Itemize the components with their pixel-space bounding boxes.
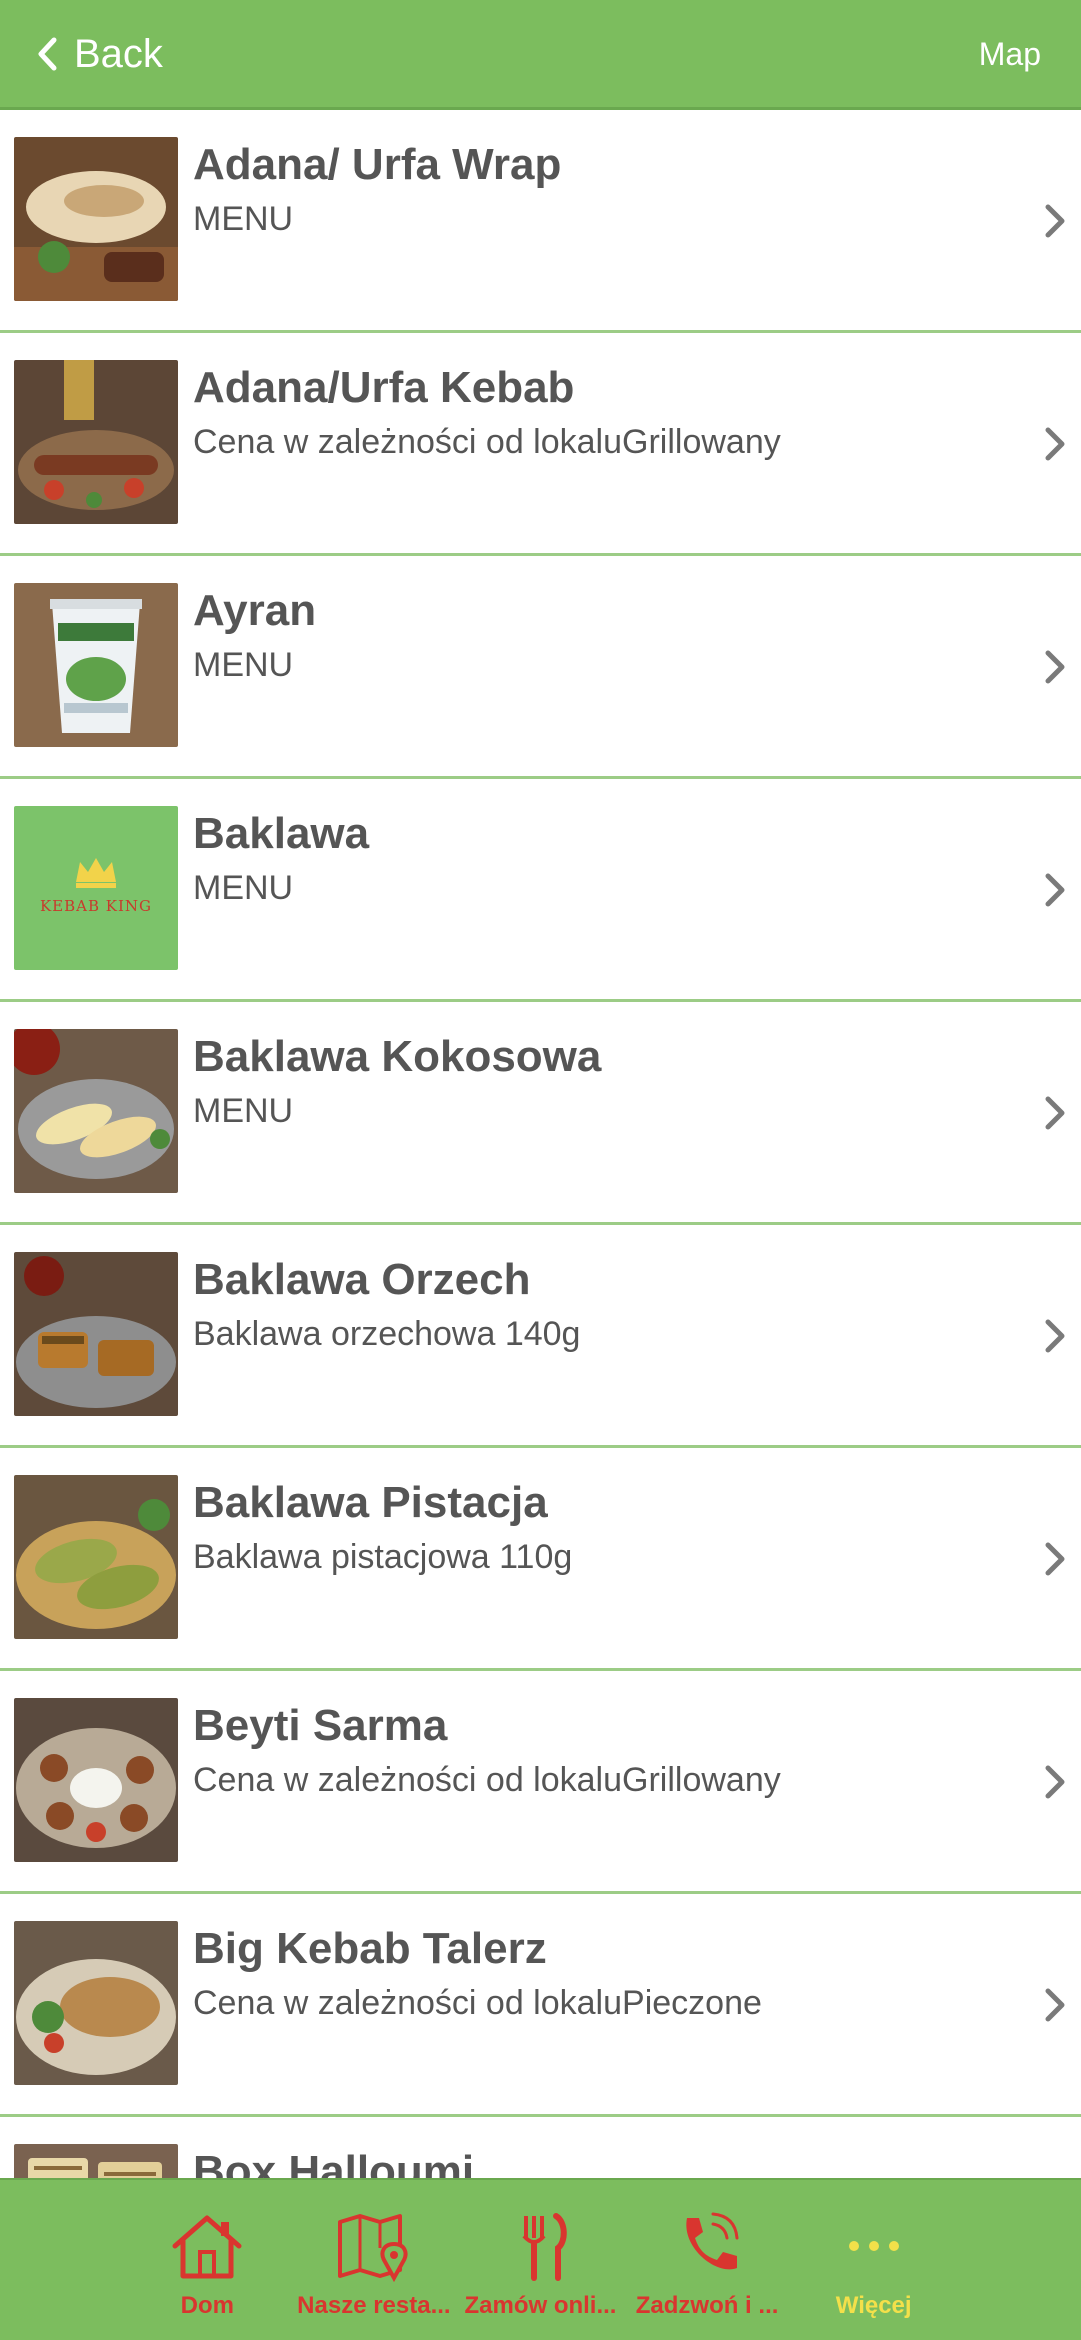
- phone-icon: [686, 2212, 739, 2270]
- tab-restaurants[interactable]: Nasze resta...: [291, 2180, 458, 2340]
- wrap-photo-icon: [14, 137, 178, 301]
- beyti-sarma-photo-icon: [14, 1698, 178, 1862]
- chevron-left-icon: [38, 37, 57, 71]
- item-subtitle: Cena w zależności od lokaluPieczone: [193, 1984, 762, 2022]
- list-item[interactable]: Adana/Urfa Kebab Cena w zależności od lo…: [0, 333, 1081, 556]
- tab-label: Nasze resta...: [297, 2292, 451, 2319]
- list-item[interactable]: Adana/ Urfa Wrap MENU: [0, 110, 1081, 333]
- kebab-plate-photo-icon: [14, 1921, 178, 2085]
- back-label: Back: [74, 31, 163, 76]
- list-item[interactable]: Beyti Sarma Cena w zależności od lokaluG…: [0, 1671, 1081, 1894]
- item-title: Adana/Urfa Kebab: [193, 363, 575, 412]
- tab-label: Więcej: [835, 2292, 912, 2319]
- item-title: Baklawa Pistacja: [193, 1478, 548, 1527]
- tab-label: Dom: [180, 2292, 234, 2319]
- back-button[interactable]: Back: [34, 26, 163, 82]
- bottom-tab-bar: Dom Nasze resta... Zamów onli... Zadzwoń…: [0, 2178, 1081, 2340]
- tab-order-online[interactable]: Zamów onli...: [457, 2180, 624, 2340]
- item-subtitle: Cena w zależności od lokaluGrillowany: [193, 1761, 781, 1799]
- tab-call[interactable]: Zadzwoń i ...: [624, 2180, 791, 2340]
- item-title: Big Kebab Talerz: [193, 1924, 547, 1973]
- chevron-right-icon: [1045, 1765, 1065, 1799]
- ayran-cup-photo-icon: [14, 583, 178, 747]
- fork-knife-icon: [522, 2213, 568, 2281]
- menu-list: Adana/ Urfa Wrap MENU Adana/Urfa Kebab C…: [0, 110, 1081, 2178]
- kebab-photo-icon: [14, 360, 178, 524]
- item-thumbnail: [14, 137, 178, 301]
- baklawa-coconut-photo-icon: [14, 1029, 178, 1193]
- chevron-right-icon: [1045, 1319, 1065, 1353]
- list-item[interactable]: Baklawa Orzech Baklawa orzechowa 140g: [0, 1225, 1081, 1448]
- tab-label: Zadzwoń i ...: [635, 2292, 779, 2319]
- kebab-king-logo: KEBAB KING: [14, 806, 178, 970]
- item-subtitle: MENU: [193, 200, 294, 238]
- map-button[interactable]: Map: [979, 28, 1041, 80]
- item-thumbnail: [14, 2144, 178, 2178]
- item-subtitle: Baklawa pistacjowa 110g: [193, 1538, 573, 1576]
- item-title: Baklawa: [193, 809, 370, 858]
- chevron-right-icon: [1045, 873, 1065, 907]
- halloumi-photo-icon: [14, 2144, 178, 2178]
- item-title: Box Halloumi: [193, 2147, 475, 2178]
- item-title: Beyti Sarma: [193, 1701, 448, 1750]
- item-title: Baklawa Kokosowa: [193, 1032, 602, 1081]
- chevron-right-icon: [1045, 1542, 1065, 1576]
- item-title: Baklawa Orzech: [193, 1255, 531, 1304]
- tab-more[interactable]: Więcej: [790, 2180, 957, 2340]
- logo-text: KEBAB KING: [40, 897, 152, 915]
- chevron-right-icon: [1045, 1988, 1065, 2022]
- item-subtitle: MENU: [193, 1092, 294, 1130]
- chevron-right-icon: [1045, 204, 1065, 238]
- baklawa-walnut-photo-icon: [14, 1252, 178, 1416]
- item-thumbnail: [14, 1698, 178, 1862]
- chevron-right-icon: [1045, 427, 1065, 461]
- list-item[interactable]: Ayran MENU: [0, 556, 1081, 779]
- list-item[interactable]: Box Halloumi: [0, 2117, 1081, 2178]
- home-icon: [172, 2215, 242, 2279]
- more-dots-icon: [848, 2241, 899, 2251]
- item-thumbnail: [14, 1921, 178, 2085]
- top-nav-bar: Back Map: [0, 0, 1081, 110]
- item-thumbnail: [14, 1029, 178, 1193]
- list-item[interactable]: Big Kebab Talerz Cena w zależności od lo…: [0, 1894, 1081, 2117]
- item-thumbnail: [14, 583, 178, 747]
- item-subtitle: Baklawa orzechowa 140g: [193, 1315, 581, 1353]
- tab-label: Zamów onli...: [464, 2292, 617, 2319]
- item-title: Ayran: [193, 586, 317, 635]
- chevron-right-icon: [1045, 1096, 1065, 1130]
- list-item[interactable]: Baklawa Pistacja Baklawa pistacjowa 110g: [0, 1448, 1081, 1671]
- list-item[interactable]: Baklawa Kokosowa MENU: [0, 1002, 1081, 1225]
- item-title: Adana/ Urfa Wrap: [193, 140, 562, 189]
- tab-home[interactable]: Dom: [124, 2180, 291, 2340]
- baklawa-pistachio-photo-icon: [14, 1475, 178, 1639]
- map-pin-icon: [337, 2214, 408, 2283]
- item-subtitle: MENU: [193, 646, 294, 684]
- item-thumbnail: KEBAB KING: [14, 806, 178, 970]
- item-subtitle: Cena w zależności od lokaluGrillowany: [193, 423, 781, 461]
- list-item[interactable]: KEBAB KING Baklawa MENU: [0, 779, 1081, 1002]
- item-thumbnail: [14, 1252, 178, 1416]
- item-thumbnail: [14, 360, 178, 524]
- item-thumbnail: [14, 1475, 178, 1639]
- item-subtitle: MENU: [193, 869, 294, 907]
- chevron-right-icon: [1045, 650, 1065, 684]
